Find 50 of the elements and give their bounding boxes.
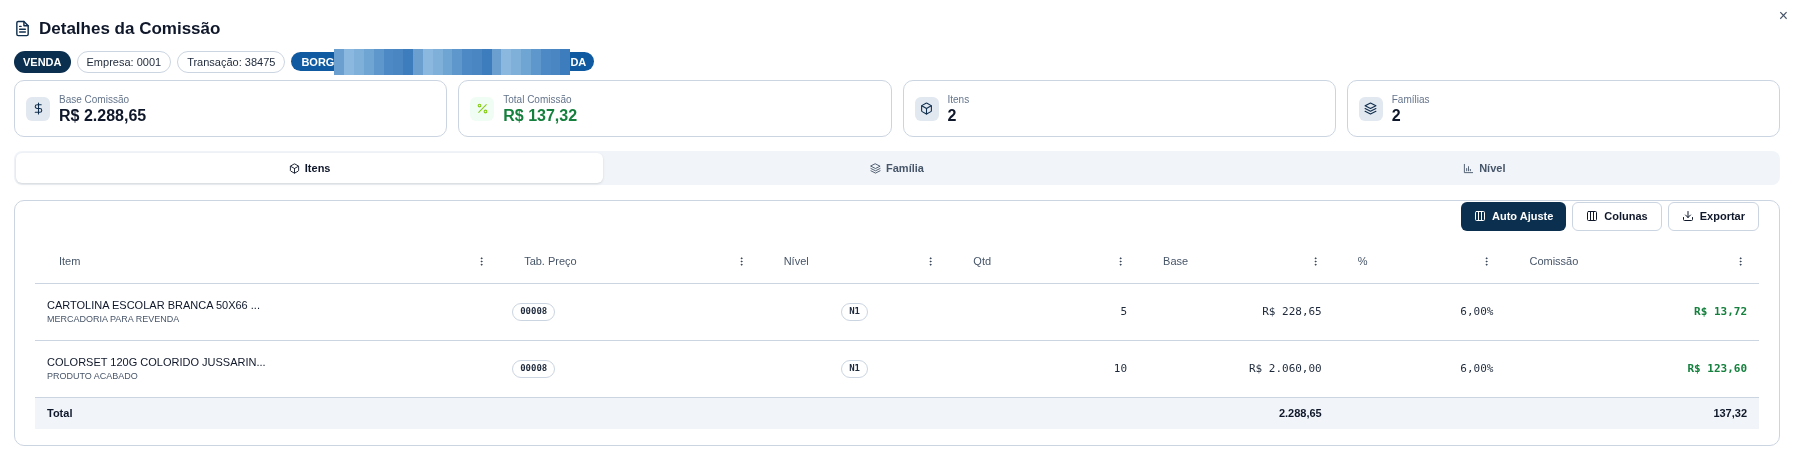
column-header[interactable]: Tab. Preço xyxy=(524,253,577,270)
close-button[interactable]: × xyxy=(1778,8,1788,24)
table-cell-text: 6,00% xyxy=(1460,303,1494,320)
table-cell-text: 10 xyxy=(1113,360,1128,377)
card-value: 2 xyxy=(947,105,958,125)
item-name: COLORSET 120G COLORIDO JUSSARIN... xyxy=(47,355,266,370)
customer-badge: BORG DA xyxy=(291,52,595,72)
table-cell-text: R$ 228,65 xyxy=(1262,303,1322,320)
total-label: Total xyxy=(47,406,73,422)
card-label: Famílias xyxy=(1391,92,1430,106)
bar-chart-icon xyxy=(1463,162,1475,174)
column-header[interactable]: % xyxy=(1357,253,1368,270)
card-label: Total Comissão xyxy=(503,92,573,106)
card-value: R$ 137,32 xyxy=(503,105,578,125)
total-value: 2.288,65 xyxy=(1278,406,1322,422)
columns-icon xyxy=(1474,210,1487,222)
item-name: CARTOLINA ESCOLAR BRANCA 50X66 ... xyxy=(47,298,260,313)
card-value: 2 xyxy=(1391,105,1402,125)
cube-icon xyxy=(288,162,300,174)
sale-badge: VENDA xyxy=(14,50,71,73)
toolbar-button[interactable]: Exportar xyxy=(1667,201,1759,231)
table-cell-text: R$ 123,60 xyxy=(1687,360,1748,377)
card-value: R$ 2.288,65 xyxy=(59,105,147,125)
layers-icon xyxy=(870,162,882,174)
columns-icon xyxy=(1586,210,1599,222)
column-header[interactable]: Base xyxy=(1163,253,1189,270)
card-label: Base Comissão xyxy=(59,92,131,106)
table-cell-text: 5 xyxy=(1120,303,1128,320)
column-header[interactable]: Item xyxy=(59,253,81,270)
tab[interactable]: Itens xyxy=(16,153,604,183)
column-header[interactable]: Qtd xyxy=(973,253,992,270)
document-icon xyxy=(14,20,31,38)
column-header[interactable]: Comissão xyxy=(1529,253,1579,270)
card-label: Itens xyxy=(947,92,970,106)
item-category: MERCADORIA PARA REVENDA xyxy=(47,313,181,326)
table-cell-text: R$ 13,72 xyxy=(1694,303,1748,320)
toolbar-button[interactable]: Auto Ajuste xyxy=(1461,201,1567,231)
table-cell-text: 6,00% xyxy=(1460,360,1494,377)
cube-icon xyxy=(920,102,933,115)
dialog-title: Detalhes da Comissão xyxy=(39,18,221,40)
total-value: 137,32 xyxy=(1713,406,1748,422)
layers-icon xyxy=(1364,102,1378,115)
column-header[interactable]: Nível xyxy=(783,253,809,270)
tab[interactable]: Família xyxy=(603,153,1191,183)
table-cell-text: R$ 2.060,00 xyxy=(1248,360,1322,377)
item-category: PRODUTO ACABADO xyxy=(47,370,139,383)
percent-icon xyxy=(475,102,489,115)
tab[interactable]: Nível xyxy=(1190,153,1778,183)
download-icon xyxy=(1681,210,1694,222)
toolbar-button[interactable]: Colunas xyxy=(1572,201,1662,231)
